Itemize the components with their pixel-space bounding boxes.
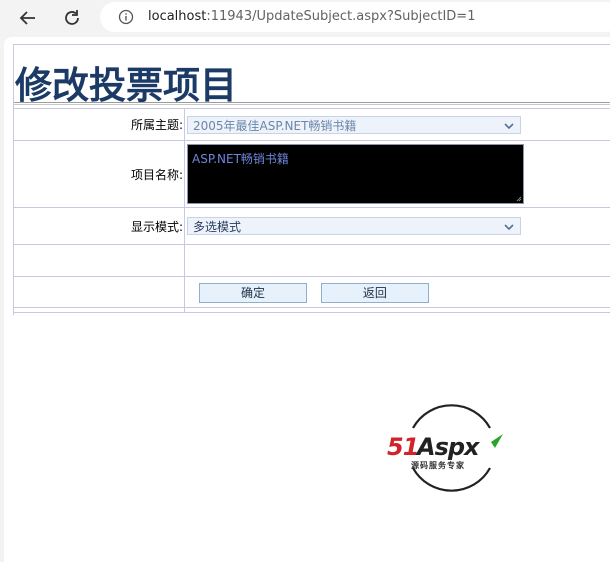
url-text[interactable]: localhost:11943/UpdateSubject.aspx?Subje… xyxy=(148,9,475,24)
empty-cell xyxy=(13,244,185,277)
address-bar[interactable]: localhost:11943/UpdateSubject.aspx?Subje… xyxy=(100,2,610,32)
title-divider-shadow xyxy=(14,104,610,105)
logo-tagline: 源码服务专家 xyxy=(411,461,465,470)
page-viewport: 修改投票项目 所属主题: 2005年最佳ASP.NET畅销书籍 项目名称: AS… xyxy=(4,37,610,562)
item-name-value: ASP.NET畅销书籍 xyxy=(192,152,289,166)
url-host: localhost xyxy=(148,9,207,24)
chevron-down-icon xyxy=(504,224,514,231)
empty-cell xyxy=(184,307,610,313)
empty-cell xyxy=(184,244,610,277)
51aspx-logo: 51 Aspx 源码服务专家 xyxy=(383,402,515,494)
item-name-label: 项目名称: xyxy=(13,140,185,208)
frame-top-border xyxy=(13,44,610,45)
display-mode-select[interactable]: 多选模式 xyxy=(187,217,521,235)
chevron-down-icon xyxy=(504,122,514,129)
logo-51-text: 51 xyxy=(387,433,419,461)
button-row: 确定 返回 xyxy=(185,281,610,303)
display-mode-label: 显示模式: xyxy=(13,207,185,245)
browser-toolbar: localhost:11943/UpdateSubject.aspx?Subje… xyxy=(0,0,610,36)
reload-icon[interactable] xyxy=(60,6,84,30)
back-button[interactable]: 返回 xyxy=(320,283,429,303)
empty-cell xyxy=(13,276,185,308)
back-arrow-icon[interactable] xyxy=(16,6,40,30)
logo-aspx-text: Aspx xyxy=(417,433,480,461)
url-path: :11943/UpdateSubject.aspx?SubjectID=1 xyxy=(206,9,476,24)
subject-select[interactable]: 2005年最佳ASP.NET畅销书籍 xyxy=(187,115,521,134)
subject-select-value: 2005年最佳ASP.NET畅销书籍 xyxy=(193,118,357,133)
empty-cell xyxy=(13,307,185,313)
page-title: 修改投票项目 xyxy=(15,64,237,107)
edit-item-form: 所属主题: 2005年最佳ASP.NET畅销书籍 项目名称: ASP.NET畅销… xyxy=(13,108,610,313)
display-mode-select-value: 多选模式 xyxy=(193,220,242,234)
site-info-icon[interactable] xyxy=(118,9,134,25)
confirm-button[interactable]: 确定 xyxy=(199,283,307,303)
item-name-textarea[interactable]: ASP.NET畅销书籍 xyxy=(187,144,524,204)
subject-label: 所属主题: xyxy=(13,108,185,141)
resize-grip-icon[interactable] xyxy=(516,196,522,202)
title-divider xyxy=(14,102,610,103)
